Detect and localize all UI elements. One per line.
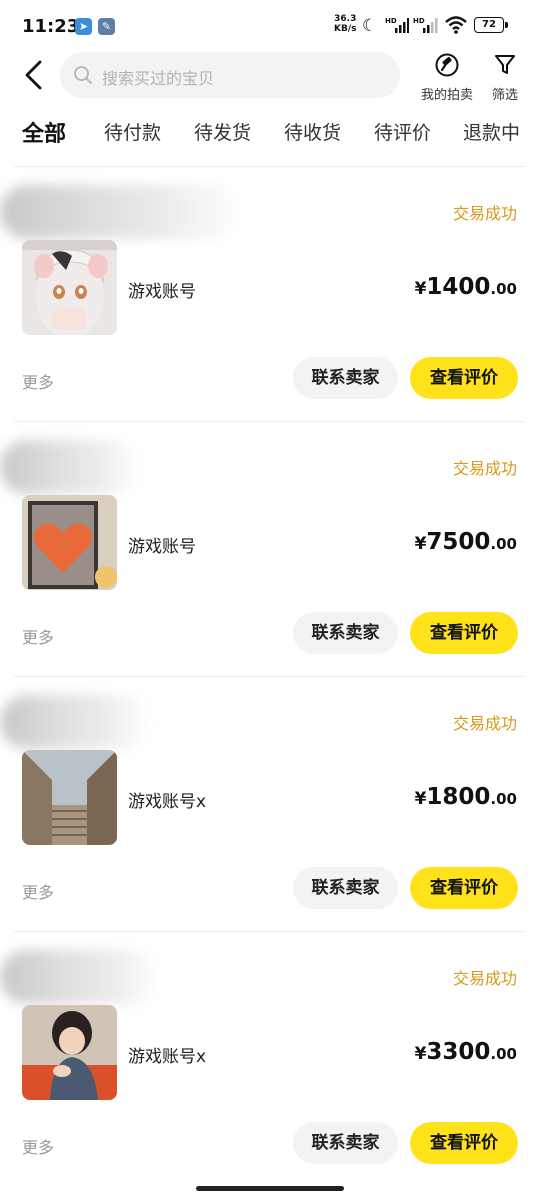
order-status: 交易成功 [452, 459, 517, 478]
tab-refunding[interactable]: 退款中 [463, 118, 520, 145]
seller-name-blurred [0, 950, 160, 1004]
tools-icon: ✎ [98, 18, 115, 35]
tab-all[interactable]: 全部 [22, 116, 66, 148]
network-speed: 36.3 KB/s [334, 14, 357, 34]
more-link[interactable]: 更多 [22, 879, 54, 903]
svg-text:HD: HD [413, 17, 425, 25]
product-title: 游戏账号x [128, 1047, 207, 1067]
order-tabs: 全部 待付款 待发货 待收货 待评价 退款中 [0, 112, 539, 156]
product-thumbnail[interactable] [22, 1005, 117, 1100]
product-thumbnail[interactable] [22, 240, 117, 335]
svg-text:HD: HD [385, 17, 397, 25]
product-title: 游戏账号 [128, 282, 196, 302]
view-review-button[interactable]: 查看评价 [410, 1122, 518, 1164]
product-price: ¥1400.00 [414, 274, 517, 300]
filter-icon [495, 55, 515, 74]
view-review-button[interactable]: 查看评价 [410, 357, 518, 399]
my-auction-label: 我的拍卖 [420, 88, 473, 103]
order-card[interactable]: 交易成功 游戏账号 ¥1400.00 更多 联系卖家 查看评价 [0, 167, 539, 422]
tab-pending-shipment[interactable]: 待发货 [194, 118, 251, 145]
search-placeholder: 搜索买过的宝贝 [102, 69, 215, 88]
order-card[interactable]: 交易成功 游戏账号x ¥3300.00 更多 联系卖家 查看评价 [0, 932, 539, 1187]
more-link[interactable]: 更多 [22, 369, 54, 393]
tab-pending-receipt[interactable]: 待收货 [284, 118, 341, 145]
more-link[interactable]: 更多 [22, 624, 54, 648]
contact-seller-button[interactable]: 联系卖家 [293, 612, 398, 654]
battery-icon: 72 [474, 17, 508, 33]
tab-pending-payment[interactable]: 待付款 [104, 118, 161, 145]
product-thumbnail[interactable] [22, 750, 117, 845]
order-card[interactable]: 交易成功 游戏账号x ¥1800.00 更多 联系卖家 查看评价 [0, 677, 539, 932]
seller-name-blurred [0, 185, 240, 239]
status-bar: 11:23 ➤ ✎ 36.3 KB/s ☾ HD HD 72 [0, 0, 539, 50]
product-thumbnail[interactable] [22, 495, 117, 590]
product-title: 游戏账号 [128, 537, 196, 557]
tab-pending-review[interactable]: 待评价 [374, 118, 431, 145]
view-review-button[interactable]: 查看评价 [410, 867, 518, 909]
contact-seller-button[interactable]: 联系卖家 [293, 867, 398, 909]
product-price: ¥3300.00 [414, 1039, 517, 1065]
seller-name-blurred [0, 695, 150, 749]
gavel-icon [435, 53, 459, 77]
contact-seller-button[interactable]: 联系卖家 [293, 357, 398, 399]
product-price: ¥1800.00 [414, 784, 517, 810]
product-price: ¥7500.00 [414, 529, 517, 555]
signal-icon: HD [413, 17, 438, 33]
clock: 11:23 [22, 16, 80, 37]
filter-label: 筛选 [491, 88, 518, 103]
moon-icon: ☾ [362, 16, 378, 36]
product-title: 游戏账号x [128, 792, 207, 812]
more-link[interactable]: 更多 [22, 1134, 54, 1158]
seller-name-blurred [0, 440, 140, 494]
order-status: 交易成功 [452, 714, 517, 733]
back-arrow-icon[interactable] [20, 58, 50, 92]
order-status: 交易成功 [452, 204, 517, 223]
contact-seller-button[interactable]: 联系卖家 [293, 1122, 398, 1164]
search-icon [74, 66, 92, 84]
my-auction-button[interactable]: 我的拍卖 [414, 52, 480, 103]
search-input[interactable]: 搜索买过的宝贝 [60, 52, 400, 98]
filter-button[interactable]: 筛选 [486, 52, 524, 103]
order-status: 交易成功 [452, 969, 517, 988]
wifi-icon [445, 16, 467, 34]
view-review-button[interactable]: 查看评价 [410, 612, 518, 654]
home-indicator[interactable] [196, 1186, 344, 1191]
signal-icon: HD [385, 17, 409, 33]
order-card[interactable]: 交易成功 游戏账号 ¥7500.00 更多 联系卖家 查看评价 [0, 422, 539, 677]
telegram-icon: ➤ [75, 18, 92, 35]
